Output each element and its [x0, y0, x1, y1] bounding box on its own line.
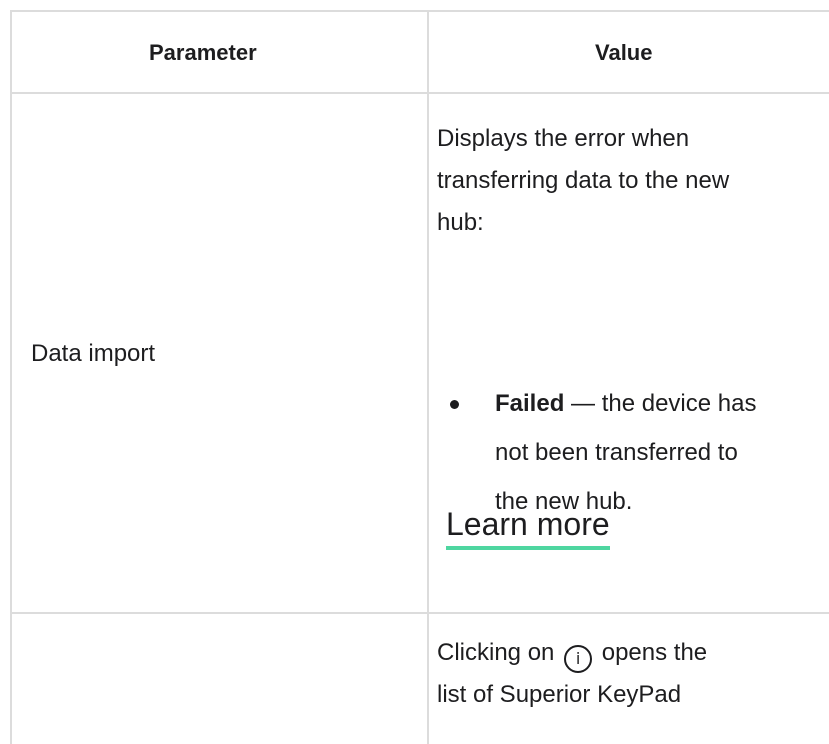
row-parameter-data-import: Data import	[31, 340, 156, 367]
row-value-description: Displays the error when transferring dat…	[437, 118, 817, 244]
bullet-term: Failed	[495, 390, 565, 417]
row-divider	[12, 612, 829, 614]
bullet-line: Failed — the device has	[495, 386, 815, 435]
header-parameter: Parameter	[149, 40, 257, 65]
value-line: Displays the error when	[437, 125, 690, 152]
bullet-line: not been transferred to	[495, 439, 738, 466]
info-icon[interactable]: i	[564, 645, 593, 673]
row-value-description: Clicking on i opens the list of Superior…	[437, 632, 817, 716]
column-divider	[427, 12, 429, 744]
header-value: Value	[595, 40, 653, 65]
bullet-dot-icon	[450, 400, 459, 409]
learn-more-link[interactable]: Learn more	[446, 504, 610, 550]
value-line: transferring data to the new	[437, 167, 730, 194]
bullet-separator: —	[564, 390, 602, 417]
value-line: list of Superior KeyPad	[437, 681, 682, 708]
value-text: opens the	[595, 639, 708, 666]
value-line: Clicking on i opens the	[437, 632, 817, 674]
header-divider	[12, 92, 829, 94]
bullet-text: the device has	[601, 390, 757, 417]
value-text: Clicking on	[437, 639, 562, 666]
value-line: hub:	[437, 209, 484, 236]
